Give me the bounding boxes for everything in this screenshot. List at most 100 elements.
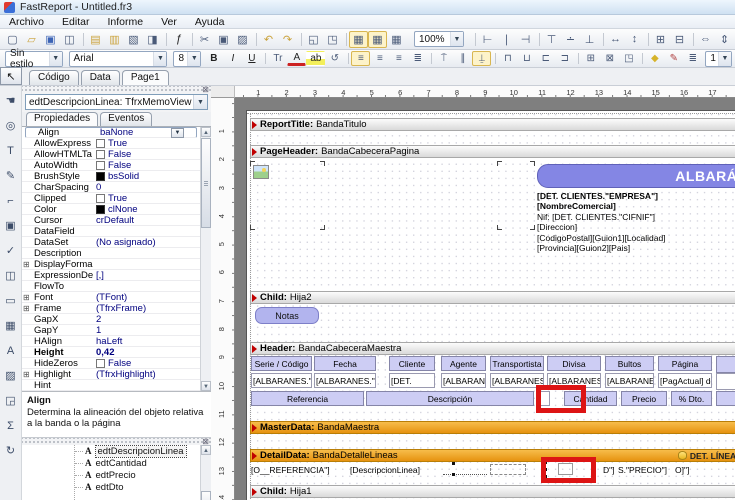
align-toolbar-button[interactable]: ⊤	[542, 31, 561, 48]
line-header-descripcion[interactable]: Descripción	[366, 391, 534, 406]
border-toolbar-button[interactable]: ⊏	[536, 51, 555, 66]
checkbox-icon[interactable]	[96, 161, 105, 170]
align-toolbar-button[interactable]: ⊞	[651, 31, 670, 48]
toolbar-button[interactable]: ▣	[41, 31, 60, 48]
object-tool-icon[interactable]: ✎	[2, 167, 20, 185]
line-header-partial-cell[interactable]	[716, 391, 735, 406]
property-row[interactable]: ⊞ GapY 1 ▼	[22, 325, 200, 336]
toolbar-button[interactable]: ▣	[214, 31, 233, 48]
align-toolbar-button[interactable]: ⊣	[516, 31, 535, 48]
inspector-splitter[interactable]: ⊠	[22, 86, 211, 93]
property-row[interactable]: ⊞ Color clNone ▼	[22, 204, 200, 215]
format-toolbar-button[interactable]: ⍊	[472, 51, 491, 66]
horizontal-ruler[interactable]: 1234567891011121314151617	[235, 86, 735, 98]
picture-placeholder[interactable]	[253, 165, 269, 179]
toolbar-button[interactable]: ▦	[387, 31, 406, 48]
toolbar-button[interactable]: ◨	[143, 31, 162, 48]
menu-item[interactable]: Ayuda	[186, 15, 234, 28]
border-toolbar-button[interactable]: ⊠	[600, 51, 619, 66]
property-row[interactable]: ⊞ AutoWidth False ▼	[22, 160, 200, 171]
object-tool-icon[interactable]: ◎	[2, 117, 20, 135]
tree-item[interactable]: A edtPrecio	[22, 469, 200, 481]
toolbar-button[interactable]: ▦	[349, 31, 368, 48]
object-tool-icon[interactable]: T	[2, 142, 20, 160]
format-toolbar-button[interactable]: A	[287, 52, 306, 66]
menu-item[interactable]: Informe	[98, 15, 152, 28]
property-row[interactable]: ⊞ FlowTo ▼	[22, 281, 200, 292]
border-toolbar-button[interactable]: ⊓	[498, 51, 517, 66]
align-toolbar-button[interactable]: ⇕	[715, 31, 734, 48]
column-value-cell[interactable]: [ALBARANES."S	[251, 373, 312, 388]
property-row[interactable]: ⊞ HideZeros False ▼	[22, 358, 200, 369]
tab-eventos[interactable]: Eventos	[100, 112, 152, 126]
page-tab[interactable]: Data	[81, 70, 120, 85]
format-toolbar-button[interactable]: B	[204, 51, 223, 66]
property-row[interactable]: ⊞ Description ▼	[22, 248, 200, 259]
expand-icon[interactable]: ⊞	[23, 370, 32, 379]
format-toolbar-button[interactable]: ≡	[389, 51, 408, 66]
column-header-cell[interactable]: Bultos	[605, 356, 654, 371]
object-tool-icon[interactable]: ◲	[2, 392, 20, 410]
format-toolbar-button[interactable]: I	[223, 51, 242, 66]
toolbar-button[interactable]: ◫	[60, 31, 79, 48]
format-toolbar-button[interactable]: ↺	[325, 51, 344, 66]
scroll-down-icon[interactable]: ▼	[201, 381, 211, 391]
font-size-select[interactable]: 8 ▼	[173, 51, 201, 67]
tree-item[interactable]: A edtCantidad	[22, 457, 200, 469]
property-row[interactable]: ⊞ ExpressionDe [,] ▼	[22, 270, 200, 281]
object-tool-icon[interactable]: ☚	[2, 92, 20, 110]
object-tool-icon[interactable]: ↻	[2, 442, 20, 460]
toolbar-button[interactable]: ✂	[195, 31, 214, 48]
toolbar-button[interactable]: ▨	[233, 31, 252, 48]
band-child-hija1[interactable]: Child: Hija1	[250, 485, 735, 498]
property-row[interactable]: ⊞ Height 0,42 ▼	[22, 347, 200, 358]
band-reporttitle[interactable]: ReportTitle: BandaTitulo	[250, 118, 735, 131]
property-row[interactable]: ⊞ Align baNone ▼	[25, 127, 197, 138]
object-tool-icon[interactable]: ⌐	[2, 192, 20, 210]
font-select[interactable]: Arial ▼	[69, 51, 168, 67]
checkbox-icon[interactable]	[96, 150, 105, 159]
tab-propiedades[interactable]: Propiedades	[26, 112, 98, 126]
column-value-cell[interactable]: [ALBARANES."	[605, 373, 654, 388]
format-toolbar-button[interactable]: ≡	[370, 51, 389, 66]
object-tool-icon[interactable]: ▣	[2, 217, 20, 235]
toolbar-button[interactable]: ▦	[368, 31, 387, 48]
align-toolbar-button[interactable]: ⊢	[478, 31, 497, 48]
selection-handle[interactable]	[452, 473, 455, 476]
scrollbar-thumb[interactable]	[201, 491, 211, 500]
line-width-select[interactable]: 1 ▼	[705, 51, 732, 67]
property-row[interactable]: ⊞ BrushStyle bsSolid ▼	[22, 171, 200, 182]
dropdown-button[interactable]: ▼	[171, 128, 184, 138]
scrollbar-thumb[interactable]	[201, 138, 211, 228]
border-toolbar-button[interactable]: ✎	[664, 51, 683, 66]
menu-item[interactable]: Archivo	[0, 15, 53, 28]
format-toolbar-button[interactable]: Tr	[268, 51, 287, 66]
column-value-cell[interactable]: [PagActual] de	[658, 373, 712, 388]
line-header-dto[interactable]: % Dto.	[671, 391, 712, 406]
select-tool-button[interactable]: ↖	[0, 67, 22, 85]
expand-icon[interactable]: ⊞	[23, 260, 32, 269]
border-toolbar-button[interactable]: ≣	[683, 51, 702, 66]
format-toolbar-button[interactable]: ∥	[453, 51, 472, 66]
band-header-maestra[interactable]: Header: BandaCabeceraMaestra	[250, 342, 735, 355]
checkbox-icon[interactable]	[96, 359, 105, 368]
toolbar-button[interactable]: ▤	[86, 31, 105, 48]
property-row[interactable]: ⊞ Font (TFont) ▼	[22, 292, 200, 303]
tree-splitter[interactable]: ⊠	[22, 438, 211, 445]
property-row[interactable]: ⊞ DisplayForma ▼	[22, 259, 200, 270]
border-toolbar-button[interactable]: ⊐	[555, 51, 574, 66]
column-value-cell[interactable]: [ALBARANES."	[441, 373, 486, 388]
align-toolbar-button[interactable]: ⊥	[580, 31, 599, 48]
property-row[interactable]: ⊞ AllowHTMLTa False ▼	[22, 149, 200, 160]
vertical-ruler[interactable]: 1234567891011121314	[211, 98, 235, 500]
menu-item[interactable]: Editar	[53, 15, 98, 28]
align-toolbar-button[interactable]: ∸	[561, 31, 580, 48]
checkbox-icon[interactable]	[96, 139, 105, 148]
property-row[interactable]: ⊞ Frame (TfrxFrame) ▼	[22, 303, 200, 314]
column-header-cell[interactable]: Serie / Código	[251, 356, 312, 371]
tree-scrollbar[interactable]: ▲ ▼	[200, 445, 211, 500]
property-row[interactable]: ⊞ GapX 2 ▼	[22, 314, 200, 325]
property-row[interactable]: ⊞ DataField ▼	[22, 226, 200, 237]
client-info-memo[interactable]: [DET. CLIENTES."EMPRESA"][NombreComercia…	[537, 191, 735, 253]
align-toolbar-button[interactable]: ↔	[606, 31, 625, 48]
